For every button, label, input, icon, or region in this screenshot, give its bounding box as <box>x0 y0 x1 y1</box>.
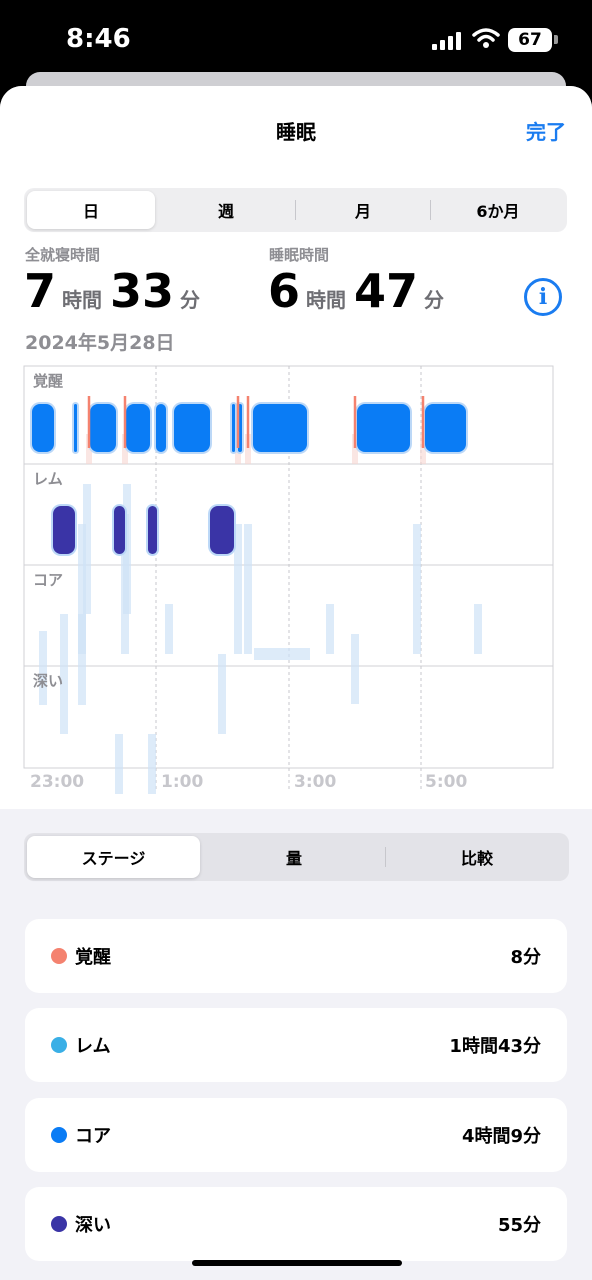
stage-label: レム <box>33 470 63 488</box>
tab-stages[interactable]: ステージ <box>27 836 200 878</box>
summary-value: 1時間43分 <box>449 1036 541 1057</box>
summary-value: 8分 <box>510 947 541 968</box>
summary-row-rem[interactable]: レム 1時間43分 <box>25 1008 567 1082</box>
core-stage-block <box>357 404 410 452</box>
sleep-stage-chart: 覚醒レムコア深い 23:00 1:00 3:00 5:00 <box>23 365 554 794</box>
tab-week[interactable]: 週 <box>159 188 293 232</box>
wifi-icon <box>472 28 500 48</box>
summary-row-deep[interactable]: 深い 55分 <box>25 1187 567 1261</box>
sleep-sheet: 睡眠 完了 日 週 月 6か月 全就寝時間 7 時間 33 分 睡眠時間 6 時間 47 分… <box>0 86 592 1280</box>
stage-transition <box>78 614 86 654</box>
time-tick-label: 1:00 <box>161 772 203 792</box>
stage-transition <box>148 734 156 794</box>
summary-label: コア <box>75 1126 111 1147</box>
core-stage-block <box>156 404 166 452</box>
core-stage-block <box>32 404 54 452</box>
summary-row-awake[interactable]: 覚醒 8分 <box>25 919 567 993</box>
stage-label: 深い <box>33 672 63 690</box>
segment-divider <box>295 200 296 220</box>
core-stage-block <box>232 404 235 452</box>
summary-label: レム <box>75 1036 111 1057</box>
deep-stage-block <box>53 506 75 554</box>
asleep-value: 6 時間 47 分 <box>268 264 445 318</box>
date-label: 2024年5月28日 <box>25 332 175 354</box>
time-tick-label: 3:00 <box>294 772 336 792</box>
status-bar: 8:46 67 <box>0 0 592 80</box>
tab-6months[interactable]: 6か月 <box>432 188 564 232</box>
battery-nub <box>554 35 558 44</box>
time-tick-label: 5:00 <box>425 772 467 792</box>
segment-divider <box>430 200 431 220</box>
view-segmented-control: ステージ 量 比較 <box>24 833 569 881</box>
segment-divider <box>385 847 386 867</box>
stage-transition <box>165 604 173 654</box>
core-stage-block <box>90 404 116 452</box>
done-button[interactable]: 完了 <box>526 116 566 145</box>
stage-transition <box>39 631 47 705</box>
page-title: 睡眠 <box>276 120 316 144</box>
tab-day[interactable]: 日 <box>27 191 155 229</box>
deep-stage-block <box>210 506 234 554</box>
deep-dot-icon <box>51 1216 67 1232</box>
summary-value: 4時間9分 <box>461 1126 541 1147</box>
tab-amount[interactable]: 量 <box>204 833 384 881</box>
core-dot-icon <box>51 1127 67 1143</box>
stage-transition <box>244 524 252 654</box>
info-icon[interactable]: i <box>524 278 562 316</box>
stage-label: コア <box>33 571 63 589</box>
core-stage-block <box>253 404 307 452</box>
home-indicator <box>192 1260 402 1266</box>
in-bed-label: 全就寝時間 <box>25 246 101 264</box>
stage-transition <box>413 524 421 654</box>
summary-label: 深い <box>75 1215 111 1236</box>
stage-transition <box>326 604 334 654</box>
deep-stage-block <box>114 506 125 554</box>
summary-row-core[interactable]: コア 4時間9分 <box>25 1098 567 1172</box>
deep-stage-block <box>148 506 157 554</box>
stage-transition <box>351 634 359 704</box>
core-stage-block <box>425 404 466 452</box>
battery-icon: 67 <box>508 28 552 52</box>
asleep-label: 睡眠時間 <box>269 246 330 264</box>
stage-transition <box>254 648 310 660</box>
range-segmented-control: 日 週 月 6か月 <box>24 188 567 232</box>
core-stage-block <box>74 404 77 452</box>
tab-compare[interactable]: 比較 <box>387 833 567 881</box>
core-stage-block <box>174 404 210 452</box>
core-stage-block <box>126 404 150 452</box>
stage-transition <box>83 484 91 614</box>
stage-transition <box>218 654 226 734</box>
summary-value: 55分 <box>497 1215 541 1236</box>
in-bed-value: 7 時間 33 分 <box>24 264 201 318</box>
summary-label: 覚醒 <box>75 947 111 968</box>
tab-month[interactable]: 月 <box>297 188 429 232</box>
rem-dot-icon <box>51 1037 67 1053</box>
stage-transition <box>474 604 482 654</box>
awake-dot-icon <box>51 948 67 964</box>
stage-transition <box>115 734 123 794</box>
status-time: 8:46 <box>66 24 131 54</box>
time-tick-label: 23:00 <box>30 772 84 792</box>
stage-label: 覚醒 <box>33 372 63 390</box>
cellular-signal-icon <box>432 32 466 50</box>
